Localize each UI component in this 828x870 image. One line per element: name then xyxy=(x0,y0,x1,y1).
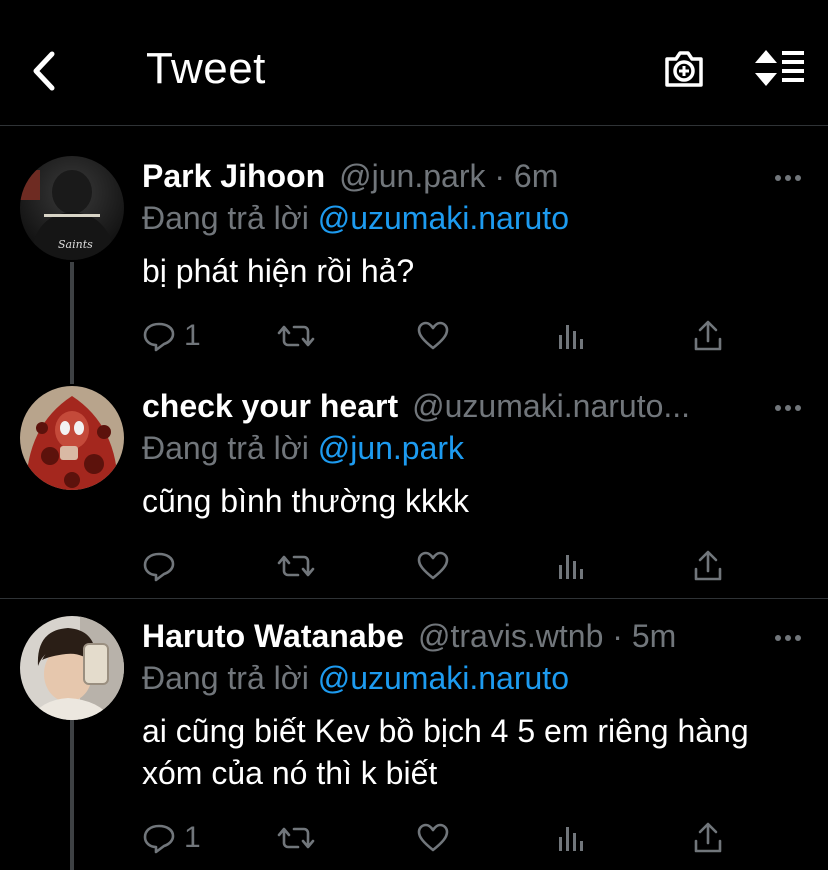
handle-time[interactable]: @travis.wtnb · 5m xyxy=(418,618,676,654)
more-dots-icon xyxy=(775,635,801,641)
share-button[interactable] xyxy=(692,818,724,858)
replying-to-label: Đang trả lời xyxy=(142,660,309,696)
like-button[interactable] xyxy=(416,818,450,858)
replying-to-mention[interactable]: @uzumaki.naruto xyxy=(318,200,569,236)
tweet-item[interactable]: check your heart @uzumaki.naruto... Đang … xyxy=(0,386,828,596)
reply-count: 1 xyxy=(184,821,201,854)
analytics-button[interactable] xyxy=(556,316,586,356)
tweet-actions: 1 xyxy=(142,818,742,858)
analytics-icon xyxy=(559,827,583,851)
retweet-icon xyxy=(277,325,315,347)
share-button[interactable] xyxy=(692,316,724,356)
back-button[interactable] xyxy=(26,46,66,96)
share-icon xyxy=(694,320,722,351)
retweet-button[interactable] xyxy=(276,546,316,586)
reply-count: 1 xyxy=(184,319,201,352)
replying-to: Đang trả lời @uzumaki.naruto xyxy=(142,198,569,238)
retweet-icon xyxy=(277,555,315,577)
display-name[interactable]: Park Jihoon xyxy=(142,158,325,194)
svg-text:Saints: Saints xyxy=(58,238,93,251)
handle-time[interactable]: @uzumaki.naruto... xyxy=(412,388,690,424)
sort-button[interactable] xyxy=(754,48,806,88)
analytics-icon xyxy=(559,555,583,579)
tweet-header: check your heart @uzumaki.naruto... xyxy=(142,386,738,426)
display-name[interactable]: check your heart xyxy=(142,388,398,424)
page-title: Tweet xyxy=(146,44,266,93)
heart-icon xyxy=(417,551,449,580)
sort-list-icon xyxy=(755,50,804,86)
chevron-left-icon xyxy=(33,51,55,91)
divider xyxy=(0,598,828,599)
tweet-actions: 1 xyxy=(142,316,742,356)
tweet-item[interactable]: Haruto Watanabe @travis.wtnb · 5m Đang tr… xyxy=(0,616,828,870)
like-button[interactable] xyxy=(416,316,450,356)
tweet-text: ai cũng biết Kev bồ bịch 4 5 em riêng hà… xyxy=(142,713,749,791)
share-button[interactable] xyxy=(692,546,724,586)
retweet-icon xyxy=(277,827,315,849)
more-button[interactable] xyxy=(774,618,802,652)
tweet-actions xyxy=(142,546,742,586)
reply-icon xyxy=(143,322,175,352)
analytics-icon xyxy=(559,325,583,349)
replying-to: Đang trả lời @uzumaki.naruto xyxy=(142,658,569,698)
avatar[interactable]: Saints xyxy=(20,156,124,260)
replying-to-label: Đang trả lời xyxy=(142,430,309,466)
tweet-item[interactable]: Saints Park Jihoon @jun.park · 6m Đang tr… xyxy=(0,156,828,366)
replying-to-mention[interactable]: @jun.park xyxy=(318,430,464,466)
tweet-header: Park Jihoon @jun.park · 6m xyxy=(142,156,738,196)
replying-to-mention[interactable]: @uzumaki.naruto xyxy=(318,660,569,696)
reply-icon xyxy=(143,824,175,854)
retweet-button[interactable] xyxy=(276,818,316,858)
tweet-text: cũng bình thường kkkk xyxy=(142,483,470,519)
top-bar: Tweet xyxy=(0,0,828,126)
reply-button[interactable]: 1 xyxy=(142,818,201,858)
analytics-button[interactable] xyxy=(556,818,586,858)
analytics-button[interactable] xyxy=(556,546,586,586)
replying-to: Đang trả lời @jun.park xyxy=(142,428,464,468)
reply-icon xyxy=(143,552,175,582)
tweet-header: Haruto Watanabe @travis.wtnb · 5m xyxy=(142,616,738,656)
heart-icon xyxy=(417,321,449,350)
heart-icon xyxy=(417,823,449,852)
tweet-text: bị phát hiện rồi hả? xyxy=(142,253,415,289)
avatar[interactable] xyxy=(20,616,124,720)
handle-time[interactable]: @jun.park · 6m xyxy=(339,158,558,194)
avatar[interactable] xyxy=(20,386,124,490)
camera-button[interactable] xyxy=(662,46,706,90)
more-dots-icon xyxy=(775,405,801,411)
share-icon xyxy=(694,550,722,581)
reply-button[interactable]: 1 xyxy=(142,316,201,356)
retweet-button[interactable] xyxy=(276,316,316,356)
camera-add-icon xyxy=(665,51,703,87)
share-icon xyxy=(694,822,722,853)
reply-button[interactable] xyxy=(142,546,184,586)
more-dots-icon xyxy=(775,175,801,181)
more-button[interactable] xyxy=(774,158,802,192)
display-name[interactable]: Haruto Watanabe xyxy=(142,618,404,654)
more-button[interactable] xyxy=(774,388,802,422)
replying-to-label: Đang trả lời xyxy=(142,200,309,236)
like-button[interactable] xyxy=(416,546,450,586)
